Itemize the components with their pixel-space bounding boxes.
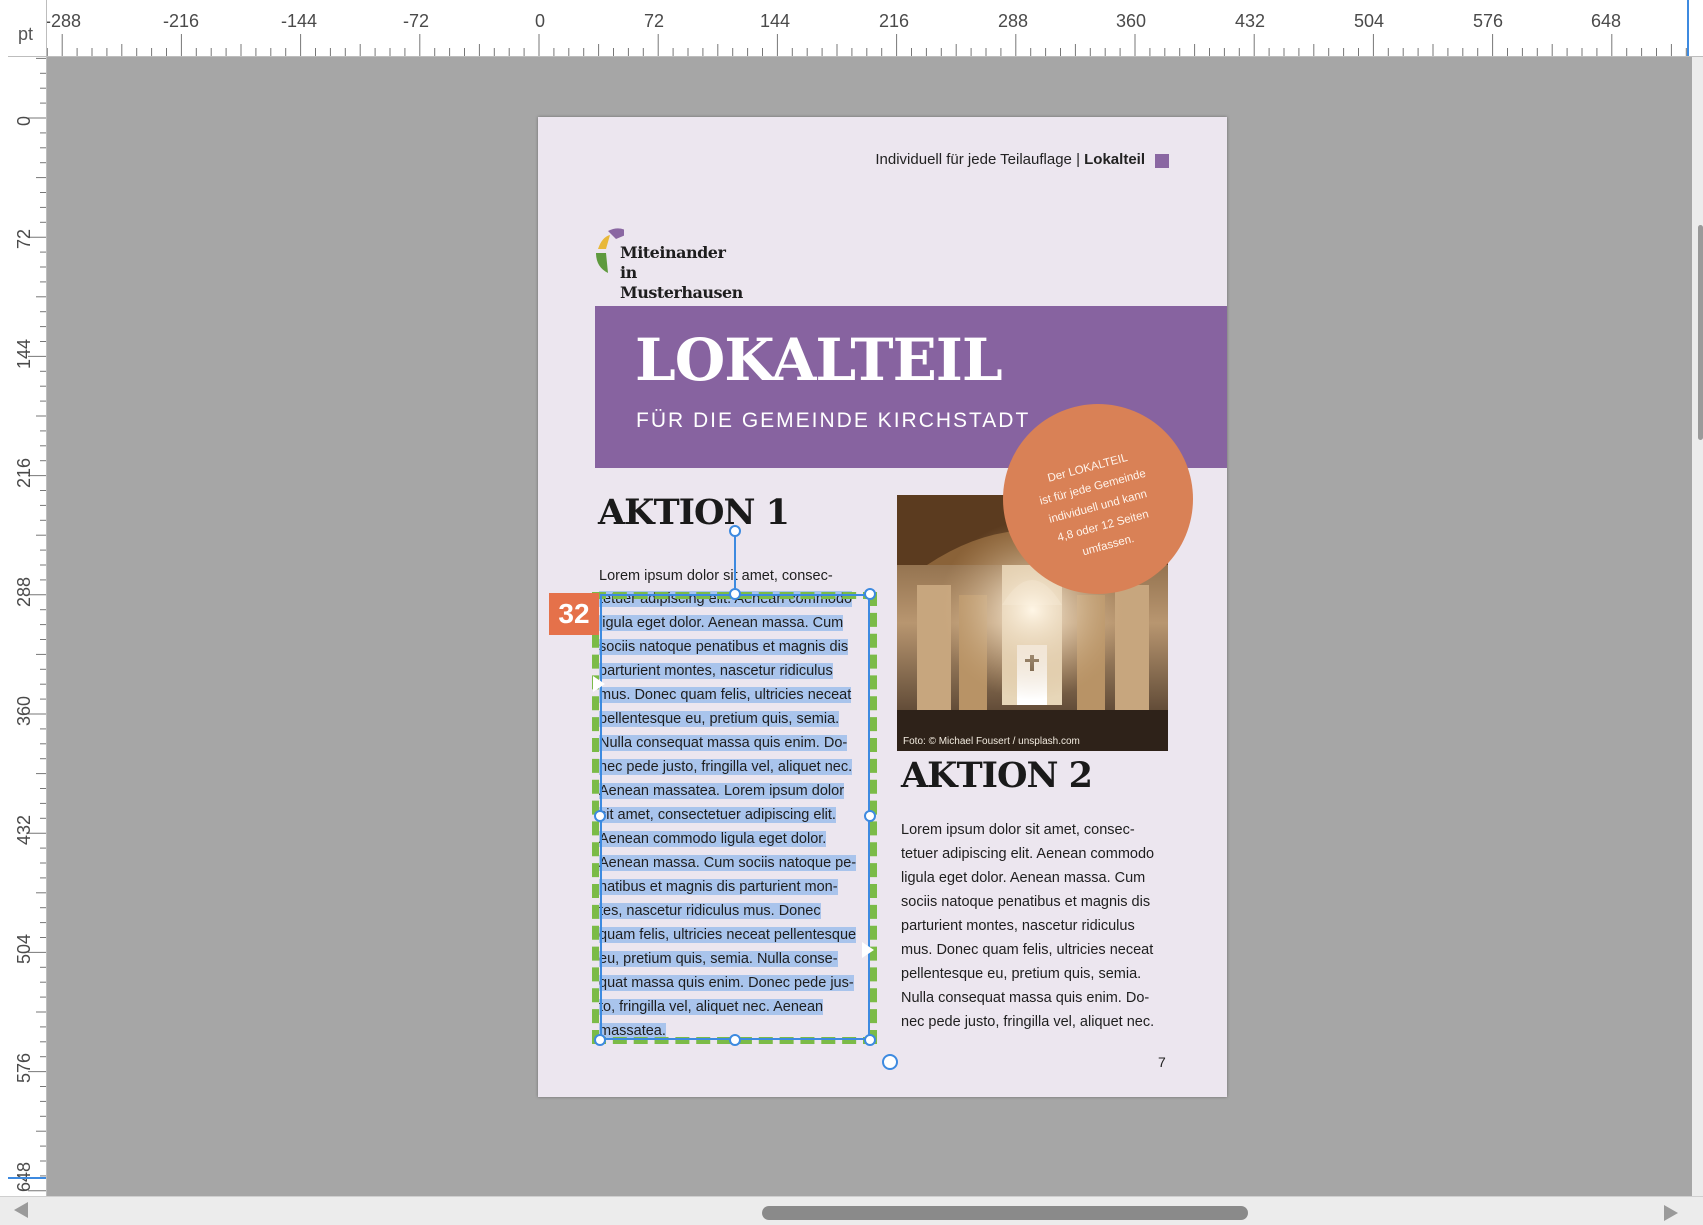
- ruler-ticks: [28, 57, 46, 1192]
- text-line: sociis natoque penatibus et magnis dis: [901, 894, 1151, 910]
- logo-line-1: Miteinander: [620, 243, 726, 262]
- layout-editor: -288 -216 -144 -72 0 72 144 216 288 360 …: [0, 0, 1703, 1225]
- resize-handle-bottom-left[interactable]: [594, 1034, 606, 1046]
- text-line: parturient montes, nascetur ridiculus: [901, 918, 1135, 934]
- text-frame-bounds[interactable]: [600, 594, 870, 1040]
- ruler-label: 216: [14, 457, 34, 488]
- rotate-handle[interactable]: [729, 525, 741, 537]
- guide-marker: [8, 1177, 46, 1179]
- logo[interactable]: Miteinander in Musterhausen: [594, 227, 764, 302]
- frame-link-handle[interactable]: [882, 1054, 898, 1070]
- ruler-label: -288: [45, 11, 82, 31]
- circle-text: Der LOKALTEIL ist für jede Gemeinde indi…: [993, 434, 1202, 580]
- ruler-label: 504: [14, 933, 34, 964]
- logo-line-2: in Musterhausen: [620, 263, 743, 302]
- ruler-label: 144: [760, 11, 791, 31]
- aktion1-first-line[interactable]: Lorem ipsum dolor sit amet, consec-: [599, 564, 833, 588]
- text-line: pellentesque eu, pretium quis, semia.: [901, 966, 1142, 982]
- ruler-label: 144: [14, 338, 34, 369]
- ruler-label: 360: [14, 695, 34, 726]
- in-port-icon[interactable]: [593, 676, 605, 692]
- photo-credit: Foto: © Michael Fousert / unsplash.com: [903, 736, 1080, 747]
- horizontal-scroll-thumb[interactable]: [762, 1206, 1248, 1220]
- ruler-label: -144: [281, 11, 318, 31]
- header-prefix: Individuell für jede Teilauflage |: [875, 151, 1085, 168]
- ruler-label: 648: [1591, 11, 1622, 31]
- resize-handle-left[interactable]: [594, 810, 606, 822]
- horizontal-scrollbar[interactable]: [0, 1196, 1703, 1225]
- ruler-label: 576: [14, 1052, 34, 1083]
- header-color-square: [1155, 154, 1169, 168]
- ruler-label: -216: [163, 11, 200, 31]
- frame-number-badge: 32: [549, 593, 599, 635]
- ruler-label: 360: [1116, 11, 1147, 31]
- ruler-label: 0: [14, 115, 34, 126]
- scroll-right-icon[interactable]: [1664, 1205, 1678, 1221]
- ruler-label: 432: [1235, 11, 1266, 31]
- ruler-ticks: [46, 34, 1687, 56]
- ruler-label: 72: [644, 11, 665, 31]
- page-number: 7: [1158, 1054, 1166, 1070]
- ruler-label: 72: [14, 228, 34, 249]
- ruler-label: 288: [998, 11, 1029, 31]
- ruler-label: -72: [403, 11, 430, 31]
- text-line: nec pede justo, fringilla vel, aliquet n…: [901, 1014, 1155, 1030]
- resize-handle-bottom-right[interactable]: [864, 1034, 876, 1046]
- aktion1-heading[interactable]: AKTION 1: [598, 492, 790, 533]
- text-line: Lorem ipsum dolor sit amet, consec-: [599, 568, 833, 584]
- ruler-label: 288: [14, 576, 34, 607]
- text-thread-connector: [734, 532, 736, 594]
- resize-handle-right[interactable]: [864, 810, 876, 822]
- ruler-label: 576: [1473, 11, 1504, 31]
- vertical-ruler[interactable]: 0 72 144 216 288 360 432 504 576 648: [8, 56, 47, 1196]
- vertical-scroll-thumb[interactable]: [1698, 225, 1703, 440]
- ruler-label: 432: [14, 814, 34, 845]
- resize-handle-top-right[interactable]: [864, 588, 876, 600]
- ruler-label: 0: [535, 11, 546, 31]
- scroll-left-icon[interactable]: [14, 1202, 28, 1218]
- ruler-origin[interactable]: pt: [8, 0, 47, 57]
- aktion2-body-text[interactable]: Lorem ipsum dolor sit amet, consec-tetue…: [901, 818, 1154, 1034]
- text-line: tetuer adipiscing elit. Aenean commodo: [901, 846, 1155, 862]
- text-line: ligula eget dolor. Aenean massa. Cum: [901, 870, 1146, 886]
- info-circle[interactable]: Der LOKALTEIL ist für jede Gemeinde indi…: [1003, 404, 1193, 594]
- text-line: Lorem ipsum dolor sit amet, consec-: [901, 822, 1135, 838]
- ruler-label: 216: [879, 11, 910, 31]
- horizontal-ruler[interactable]: -288 -216 -144 -72 0 72 144 216 288 360 …: [8, 0, 1703, 57]
- aktion2-heading[interactable]: AKTION 2: [901, 755, 1093, 796]
- resize-handle-bottom[interactable]: [729, 1034, 741, 1046]
- resize-handle-top[interactable]: [729, 588, 741, 600]
- text-line: mus. Donec quam felis, ultricies neceat: [901, 942, 1154, 958]
- page-header[interactable]: Individuell für jede Teilauflage | Lokal…: [875, 151, 1145, 168]
- guide-marker: [1687, 0, 1689, 56]
- ruler-label: 504: [1354, 11, 1385, 31]
- banner-subtitle: FÜR DIE GEMEINDE KIRCHSTADT: [636, 409, 1031, 432]
- header-bold: Lokalteil: [1084, 151, 1145, 168]
- logo-text: Miteinander in Musterhausen: [620, 243, 764, 303]
- out-port-icon[interactable]: [862, 942, 874, 958]
- banner-title: LOKALTEIL: [635, 326, 1003, 394]
- text-line: Nulla consequat massa quis enim. Do-: [901, 990, 1150, 1006]
- ruler-unit-label: pt: [18, 24, 34, 44]
